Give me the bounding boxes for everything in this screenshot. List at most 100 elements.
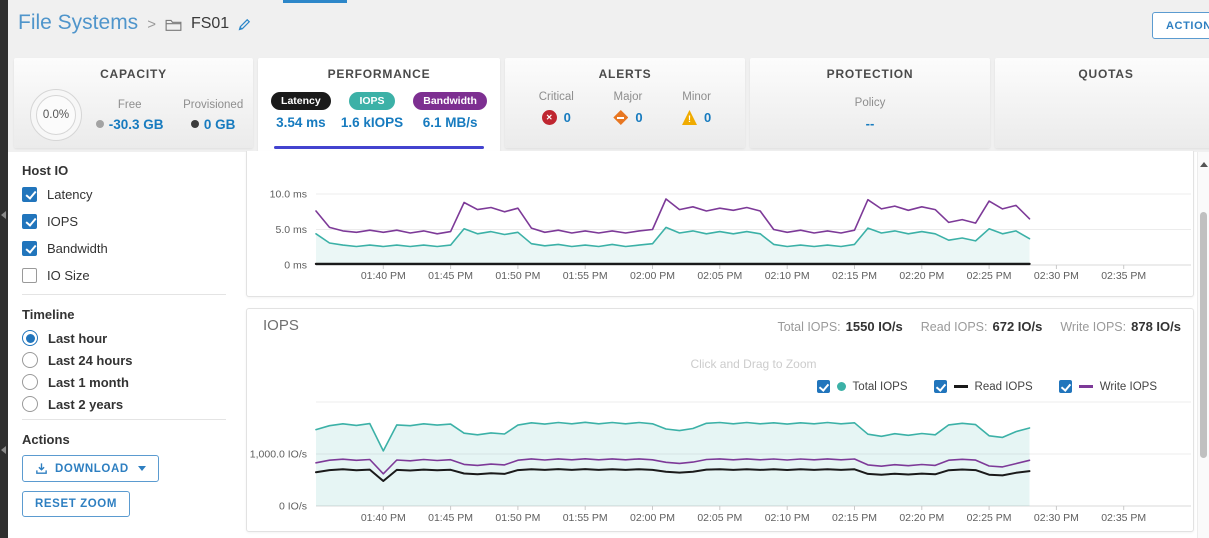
breadcrumb: File Systems > FS01 [18,11,251,35]
host-io-option-iops[interactable]: IOPS [22,213,226,229]
svg-text:02:10 PM: 02:10 PM [765,512,810,524]
alert-label: Critical [539,91,574,103]
protection-card[interactable]: PROTECTION Policy -- [750,58,990,148]
svg-text:1,000.0 IO/s: 1,000.0 IO/s [250,449,307,461]
checkbox-icon[interactable] [22,187,37,202]
svg-text:02:05 PM: 02:05 PM [697,512,742,524]
alerts-card[interactable]: ALERTS Critical0Major0Minor0 [505,58,745,148]
svg-text:01:55 PM: 01:55 PM [563,512,608,524]
header-band: File Systems > FS01 ACTIONS CAPACITY 0 [8,0,1209,152]
svg-text:01:45 PM: 01:45 PM [428,270,473,282]
rail-chevron-icon [1,211,6,219]
capacity-donut: 0.0% [30,89,82,141]
download-button[interactable]: DOWNLOAD [22,455,159,482]
option-label: IOPS [47,214,78,229]
scrollbar-thumb[interactable] [1200,212,1207,458]
checkbox-icon[interactable] [1059,380,1072,393]
alert-minor: Minor0 [682,91,711,125]
iops-chart-panel[interactable]: IOPS Total IOPS:1550 IO/sRead IOPS:672 I… [246,308,1194,532]
policy-label: Policy [750,97,990,109]
metric-value: 3.54 ms [271,115,331,130]
iops-stats: Total IOPS:1550 IO/sRead IOPS:672 IO/sWr… [777,319,1181,334]
timeline-option-last-2-years[interactable]: Last 2 years [22,396,226,412]
svg-text:02:00 PM: 02:00 PM [630,270,675,282]
radio-icon[interactable] [22,374,38,390]
checkbox-icon[interactable] [22,268,37,283]
protection-card-title: PROTECTION [750,67,990,81]
svg-text:01:40 PM: 01:40 PM [361,270,406,282]
vertical-scrollbar[interactable] [1197,152,1209,538]
stat-total-iops: Total IOPS:1550 IO/s [777,319,902,334]
alert-count: 0 [564,110,571,125]
svg-text:02:20 PM: 02:20 PM [899,512,944,524]
scroll-up-icon[interactable] [1200,162,1208,167]
reset-zoom-button[interactable]: RESET ZOOM [22,491,130,517]
legend-item-total-iops[interactable]: Total IOPS [817,380,908,393]
provisioned-value: 0 GB [204,117,236,132]
stat-value: 878 IO/s [1131,319,1181,334]
stat-write-iops: Write IOPS: 878 IO/s [1060,319,1181,334]
svg-text:02:10 PM: 02:10 PM [765,270,810,282]
legend-item-read-iops[interactable]: Read IOPS [934,380,1033,393]
option-label: Latency [47,187,93,202]
iops-chart[interactable]: 01:40 PM01:45 PM01:50 PM01:55 PM02:00 PM… [247,309,1193,531]
option-label: Last 1 month [48,375,129,390]
svg-text:02:30 PM: 02:30 PM [1034,512,1079,524]
svg-text:0 ms: 0 ms [284,260,307,272]
alert-critical: Critical 0 [539,91,574,125]
metric-pill: Latency [271,92,331,110]
edit-pencil-icon[interactable] [238,18,251,31]
free-dot-icon [96,120,104,128]
svg-text:02:00 PM: 02:00 PM [630,512,675,524]
actions-button[interactable]: ACTIONS [1152,12,1209,39]
series-line-icon [1079,385,1093,388]
svg-text:5.0 ms: 5.0 ms [275,224,307,236]
svg-text:01:45 PM: 01:45 PM [428,512,473,524]
timeline-option-last-hour[interactable]: Last hour [22,330,226,346]
performance-card[interactable]: PERFORMANCE Latency3.54 msIOPS1.6 kIOPSB… [258,58,500,152]
legend-item-write-iops[interactable]: Write IOPS [1059,380,1157,393]
breadcrumb-current: FS01 [191,15,229,33]
host-io-option-latency[interactable]: Latency [22,186,226,202]
radio-icon[interactable] [22,330,38,346]
timeline-option-last-24-hours[interactable]: Last 24 hours [22,352,226,368]
checkbox-icon[interactable] [22,214,37,229]
latency-chart-panel[interactable]: 01:40 PM01:45 PM01:50 PM01:55 PM02:00 PM… [246,151,1194,297]
option-label: Bandwidth [47,241,108,256]
host-io-option-bandwidth[interactable]: Bandwidth [22,240,226,256]
reset-zoom-button-label: RESET ZOOM [35,498,117,510]
host-io-heading: Host IO [22,163,226,178]
svg-text:02:30 PM: 02:30 PM [1034,270,1079,282]
download-button-label: DOWNLOAD [55,463,129,475]
host-io-option-io-size[interactable]: IO Size [22,267,226,283]
svg-text:02:15 PM: 02:15 PM [832,512,877,524]
checkbox-icon[interactable] [934,380,947,393]
breadcrumb-root-link[interactable]: File Systems [18,11,138,35]
alert-count: 0 [704,110,711,125]
latency-chart[interactable]: 01:40 PM01:45 PM01:50 PM01:55 PM02:00 PM… [247,151,1193,296]
series-dot-icon [837,382,846,391]
caret-down-icon [138,466,146,471]
timeline-option-last-1-month[interactable]: Last 1 month [22,374,226,390]
checkbox-icon[interactable] [22,241,37,256]
option-label: IO Size [47,268,90,283]
radio-icon[interactable] [22,396,38,412]
collapsed-nav-rail[interactable] [0,0,8,538]
stat-label: Read IOPS: [921,320,988,334]
chart-controls-sidebar: Host IO LatencyIOPSBandwidthIO Size Time… [8,152,240,538]
alert-major: Major0 [613,91,642,125]
stat-label: Write IOPS: [1060,320,1126,334]
file-system-performance-page: File Systems > FS01 ACTIONS CAPACITY 0 [0,0,1209,538]
quotas-card[interactable]: QUOTAS [995,58,1209,148]
sidebar-divider [22,294,226,295]
radio-icon[interactable] [22,352,38,368]
svg-text:0 IO/s: 0 IO/s [279,501,307,513]
host-io-options: Latency IOPS Bandwidth IO Size [22,186,226,283]
folder-icon [165,18,182,32]
checkbox-icon[interactable] [817,380,830,393]
alert-count: 0 [635,110,642,125]
capacity-card[interactable]: CAPACITY 0.0% Free -30.3 GB Provisioned … [14,58,253,148]
policy-value: -- [750,116,990,131]
active-tab-indicator [283,0,347,3]
rail-chevron-icon [1,446,6,454]
